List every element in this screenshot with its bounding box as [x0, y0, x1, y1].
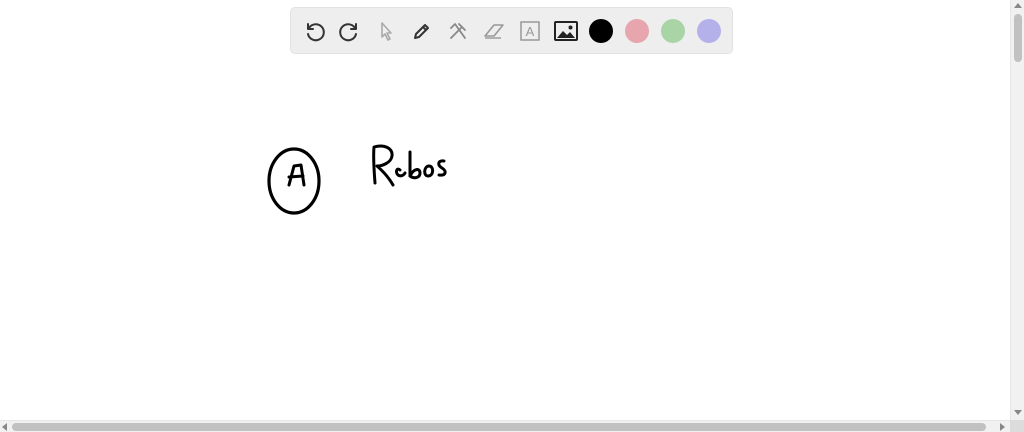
circle-stroke [267, 147, 321, 215]
eraser-icon [484, 24, 504, 39]
redo-icon [339, 23, 357, 42]
undo-icon [307, 23, 325, 42]
image-button[interactable] [549, 14, 583, 48]
handwritten-strokes [267, 144, 447, 215]
color-swatch-purple[interactable] [697, 19, 721, 43]
letter-a-stroke [287, 163, 306, 187]
word-rebos-stroke [372, 144, 447, 187]
scroll-down-icon[interactable] [1014, 410, 1022, 415]
scroll-left-icon[interactable] [2, 423, 7, 431]
pointer-icon [381, 22, 392, 41]
drawing-toolbar: A [290, 7, 733, 54]
whiteboard-canvas[interactable] [0, 0, 1010, 420]
redo-button[interactable] [333, 14, 367, 48]
pen-button[interactable] [405, 14, 439, 48]
scroll-up-icon[interactable] [1014, 3, 1022, 8]
color-swatch-pink[interactable] [625, 19, 649, 43]
tools-icon [450, 23, 466, 39]
text-icon: A [520, 21, 540, 41]
undo-button[interactable] [297, 14, 331, 48]
image-icon [554, 21, 578, 41]
scrollbar-corner [1010, 420, 1024, 432]
select-button[interactable] [369, 14, 403, 48]
color-swatch-green[interactable] [661, 19, 685, 43]
horizontal-scroll-thumb[interactable] [12, 423, 986, 431]
eraser-button[interactable] [477, 14, 511, 48]
pen-icon [414, 24, 429, 39]
color-swatch-black[interactable] [589, 19, 613, 43]
scroll-right-icon[interactable] [1000, 423, 1005, 431]
svg-text:A: A [526, 24, 535, 39]
vertical-scroll-thumb[interactable] [1014, 14, 1022, 62]
text-button[interactable]: A [513, 14, 547, 48]
vertical-scrollbar[interactable] [1010, 0, 1024, 420]
tools-button[interactable] [441, 14, 475, 48]
horizontal-scrollbar[interactable] [0, 420, 1010, 432]
